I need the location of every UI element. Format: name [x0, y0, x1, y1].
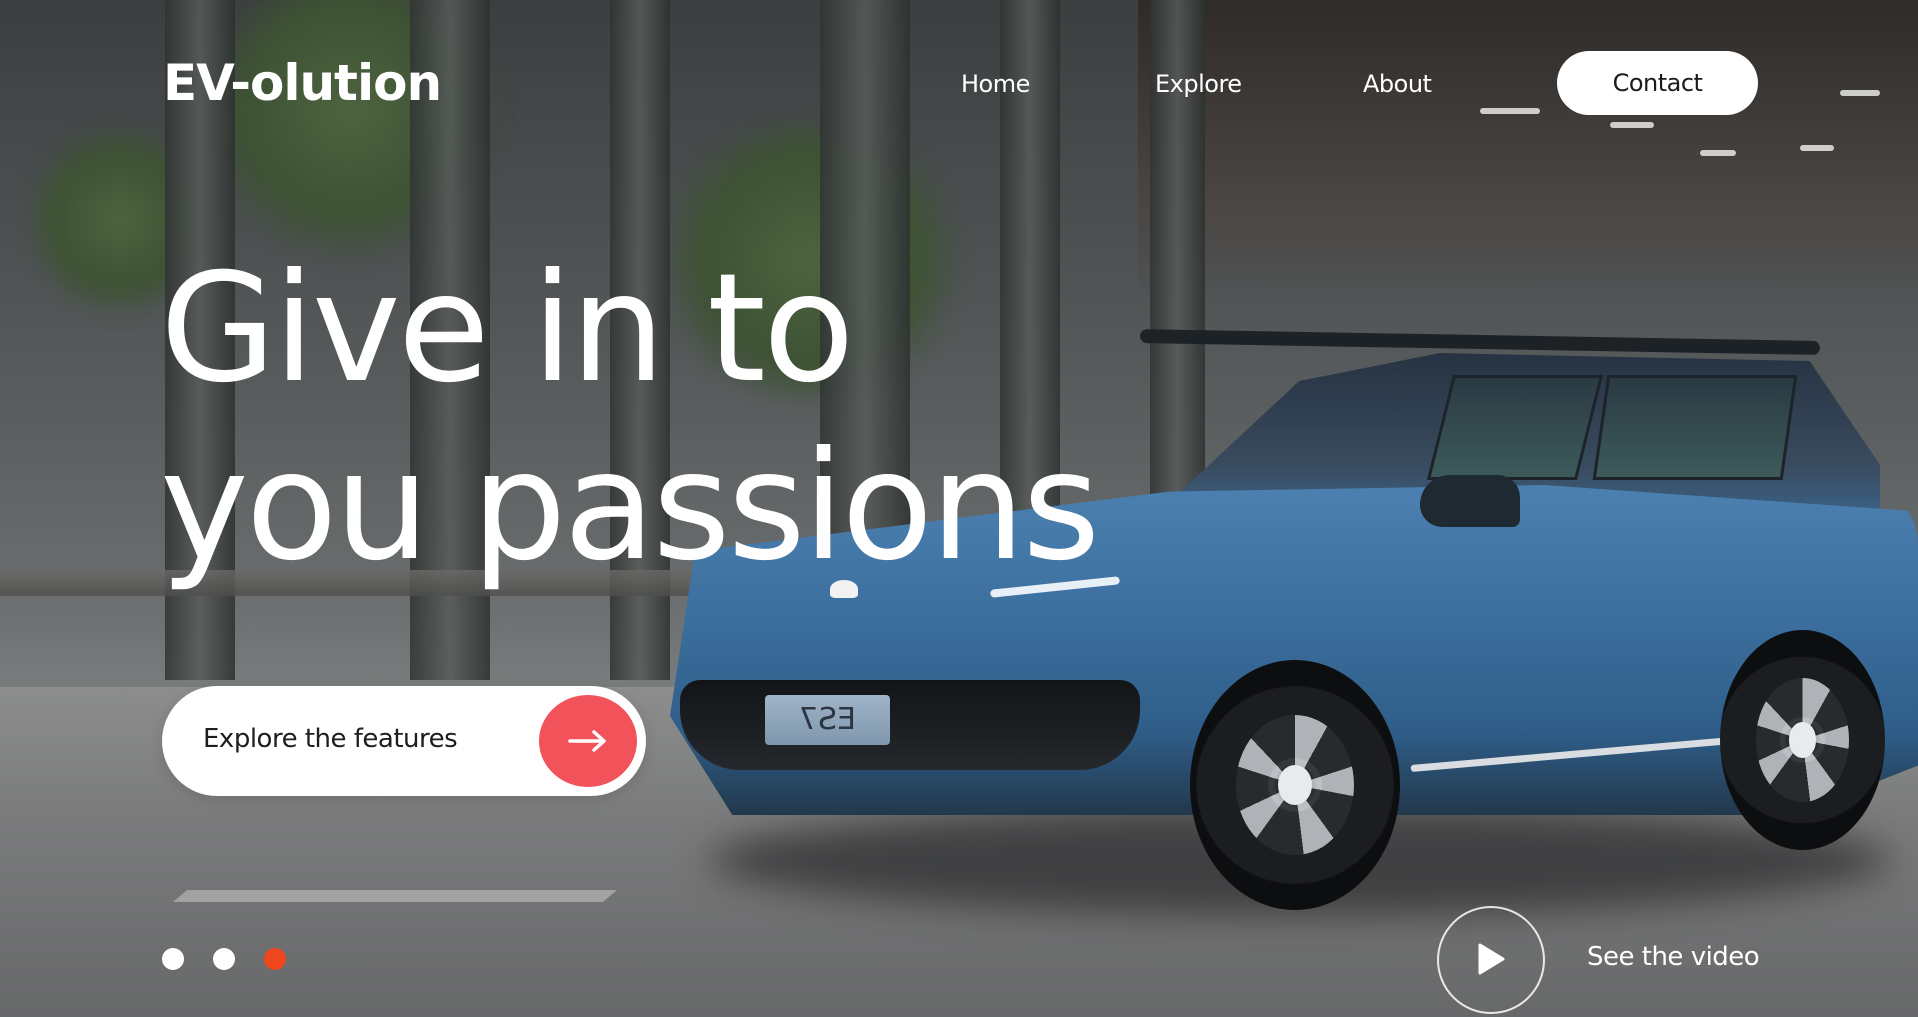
car-window: [1426, 375, 1604, 480]
nav-link-home[interactable]: Home: [961, 70, 1030, 98]
nav-link-about[interactable]: About: [1363, 70, 1432, 98]
car-grille: [680, 680, 1140, 770]
car-window: [1592, 375, 1798, 480]
explore-features-label: Explore the features: [203, 724, 458, 754]
explore-features-button[interactable]: Explore the features: [162, 686, 646, 796]
ceiling-light: [1800, 145, 1834, 151]
ceiling-light: [1480, 108, 1540, 114]
car-front-wheel: [1190, 660, 1400, 910]
hero-headline-line-2: you passions: [160, 420, 1100, 594]
carousel-dot-1[interactable]: [162, 948, 184, 970]
carousel-dot-3-active[interactable]: [264, 948, 286, 970]
ceiling-light: [1610, 122, 1654, 128]
arrow-right-icon[interactable]: [539, 695, 637, 787]
car-rear-wheel: [1720, 630, 1885, 850]
lane-marking: [172, 890, 618, 902]
see-video-link[interactable]: See the video: [1587, 942, 1760, 972]
hero-headline-line-1: Give in to: [160, 242, 855, 416]
nav-link-explore[interactable]: Explore: [1155, 70, 1242, 98]
hero-headline: Give in to you passions: [160, 240, 1100, 596]
play-icon: [1476, 942, 1506, 979]
contact-button[interactable]: Contact: [1557, 51, 1758, 115]
car-license-plate: ES7: [765, 695, 890, 745]
ceiling-light: [1700, 150, 1736, 156]
play-video-button[interactable]: [1437, 906, 1545, 1014]
carousel-dot-2[interactable]: [213, 948, 235, 970]
car-mirror: [1420, 475, 1520, 527]
